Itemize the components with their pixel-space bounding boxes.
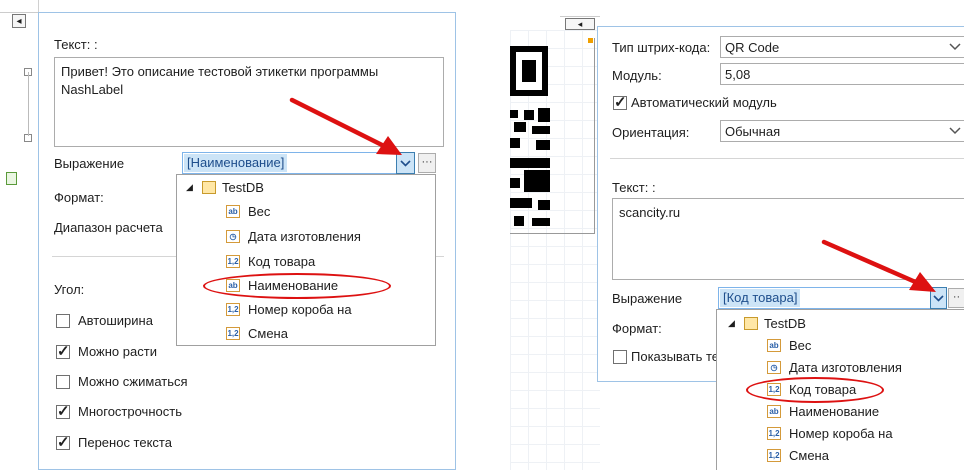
tree-item-label: Вес [789, 338, 812, 353]
barcode-type-value: QR Code [725, 40, 780, 55]
module-value: 5,08 [725, 67, 751, 82]
module-input[interactable]: 5,08 [720, 63, 964, 85]
number-field-icon: 1,2 [767, 449, 781, 462]
database-icon [202, 181, 216, 194]
annotation-arrow [821, 239, 936, 292]
word-wrap-label: Перенос текста [78, 435, 172, 450]
highlight-ellipse [746, 377, 884, 403]
annotation-arrow [289, 97, 402, 155]
number-field-icon: 1,2 [226, 255, 240, 268]
text-field-icon: ab [226, 205, 240, 218]
tree-item[interactable]: 1,2 Номер короба на [767, 424, 957, 446]
tree-item-label: Вес [248, 204, 271, 219]
designer-ruler [560, 0, 600, 17]
tree-item[interactable]: 1,2 Смена [226, 324, 426, 346]
tree-item[interactable]: 1,2 Код товара [226, 252, 426, 274]
qr-code-image [510, 38, 595, 234]
expression-ellipsis-button[interactable]: ·· [948, 288, 964, 308]
expression-ellipsis-button[interactable]: ··· [418, 153, 436, 173]
tree-item-label: Дата изготовления [789, 360, 902, 375]
designer-canvas-left [0, 0, 39, 470]
word-wrap-checkbox[interactable] [56, 433, 70, 451]
tree-item[interactable]: 1,2 Смена [767, 446, 957, 468]
designer-ruler [0, 0, 38, 13]
scroll-left-arrow[interactable]: ◂ [12, 14, 26, 28]
autowidth-label: Автоширина [78, 313, 153, 328]
text-label: Текст: : [612, 180, 656, 195]
auto-module-checkbox[interactable] [613, 93, 627, 111]
text-field-icon: ab [767, 339, 781, 352]
scroll-left-arrow[interactable]: ◂ [565, 18, 595, 30]
clock-icon: ◷ [767, 361, 781, 374]
selection-border [0, 72, 29, 136]
can-shrink-checkbox[interactable] [56, 375, 70, 389]
can-shrink-label: Можно сжиматься [78, 374, 188, 389]
show-text-checkbox[interactable] [613, 350, 627, 364]
tree-root-label: TestDB [222, 180, 264, 195]
divider [610, 158, 964, 159]
expression-value: [Код товара] [720, 289, 801, 307]
tree-root-label: TestDB [764, 316, 806, 331]
tree-item-label: Код товара [248, 254, 316, 269]
tree-root-row[interactable]: ◢ TestDB [186, 178, 426, 200]
expression-label: Выражение [612, 291, 683, 306]
show-text-label: Показывать те [631, 349, 720, 364]
format-label: Формат: [612, 321, 662, 336]
qr-code-graphic [510, 46, 550, 226]
tree-item[interactable]: ab Вес [226, 202, 426, 224]
expression-value: [Наименование] [184, 154, 288, 172]
orientation-combo[interactable]: Обычная [720, 120, 964, 142]
text-label: Текст: : [54, 37, 98, 52]
tree-item-label: Дата изготовления [248, 229, 361, 244]
tree-item-label: Смена [248, 326, 288, 341]
chevron-down-icon[interactable] [948, 40, 962, 54]
tree-item[interactable]: 1,2 Номер короба на [226, 300, 426, 322]
can-grow-checkbox[interactable] [56, 342, 70, 360]
multiline-label: Многострочность [78, 404, 182, 419]
angle-label: Угол: [54, 282, 85, 297]
tree-item[interactable]: ab Наименование [767, 402, 957, 424]
tree-item-label: Номер короба на [789, 426, 893, 441]
module-label: Модуль: [612, 68, 662, 83]
selection-handle[interactable] [588, 38, 593, 43]
clock-icon: ◷ [226, 230, 240, 243]
tree-root-row[interactable]: ◢ TestDB [728, 314, 958, 336]
number-field-icon: 1,2 [226, 303, 240, 316]
tree-item-label: Наименование [789, 404, 880, 419]
collapse-icon[interactable]: ◢ [728, 318, 735, 329]
tree-item-label: Смена [789, 448, 829, 463]
expression-label: Выражение [54, 156, 125, 171]
orientation-label: Ориентация: [612, 125, 690, 140]
barcode-type-label: Тип штрих-кода: [612, 40, 711, 55]
orientation-value: Обычная [725, 124, 781, 139]
range-label: Диапазон расчета [54, 220, 163, 235]
text-value: scancity.ru [619, 205, 681, 220]
tree-item[interactable]: ◷ Дата изготовления [226, 227, 426, 249]
number-field-icon: 1,2 [226, 327, 240, 340]
number-field-icon: 1,2 [767, 427, 781, 440]
text-field-icon: ab [767, 405, 781, 418]
can-grow-label: Можно расти [78, 344, 157, 359]
highlight-ellipse [203, 273, 391, 299]
database-icon [744, 317, 758, 330]
barcode-type-combo[interactable]: QR Code [720, 36, 964, 58]
collapse-icon[interactable]: ◢ [186, 182, 193, 193]
auto-module-label: Автоматический модуль [631, 95, 777, 110]
autowidth-checkbox[interactable] [56, 314, 70, 328]
tree-item[interactable]: ab Вес [767, 336, 957, 358]
chevron-down-icon[interactable] [948, 124, 962, 138]
format-label: Формат: [54, 190, 104, 205]
multiline-checkbox[interactable] [56, 402, 70, 420]
tree-item-label: Номер короба на [248, 302, 352, 317]
small-icon [6, 172, 17, 185]
